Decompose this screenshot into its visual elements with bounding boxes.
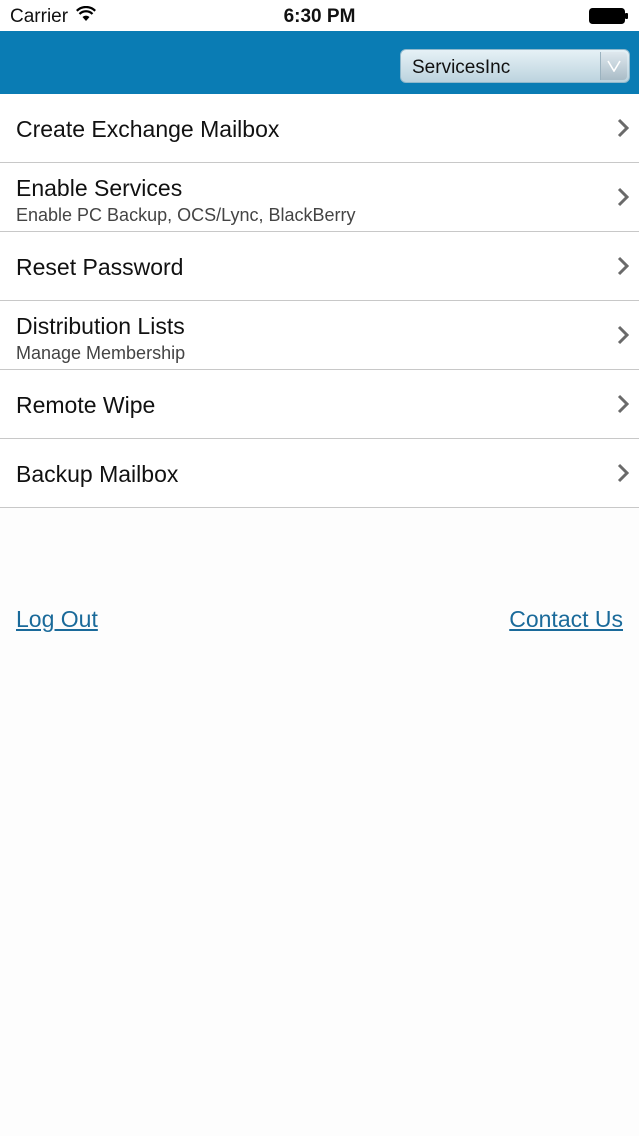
organization-select-value: ServicesInc: [412, 57, 511, 78]
chevron-right-icon: [617, 256, 629, 276]
chevron-right-icon: [617, 394, 629, 414]
menu-item-title: Remote Wipe: [16, 392, 156, 418]
menu-item-enable-services[interactable]: Enable Services Enable PC Backup, OCS/Ly…: [0, 163, 639, 232]
chevron-right-icon: [617, 118, 629, 138]
menu-item-distribution-lists[interactable]: Distribution Lists Manage Membership: [0, 301, 639, 370]
contact-us-link[interactable]: Contact Us: [509, 606, 623, 633]
clock: 6:30 PM: [283, 6, 356, 27]
menu-item-backup-mailbox[interactable]: Backup Mailbox: [0, 439, 639, 508]
menu-item-remote-wipe[interactable]: Remote Wipe: [0, 370, 639, 439]
menu-item-title: Create Exchange Mailbox: [16, 116, 280, 142]
chevron-down-icon: [607, 60, 621, 72]
menu-item-subtitle: Manage Membership: [16, 343, 186, 363]
chevron-right-icon: [617, 463, 629, 483]
menu-item-subtitle: Enable PC Backup, OCS/Lync, BlackBerry: [16, 205, 356, 225]
menu-item-title: Backup Mailbox: [16, 461, 179, 487]
chevron-right-icon: [617, 325, 629, 345]
menu-item-title: Distribution Lists: [16, 313, 185, 339]
status-bar: Carrier 6:30 PM: [0, 0, 639, 31]
chevron-right-icon: [617, 187, 629, 207]
select-arrow-button[interactable]: [600, 52, 627, 80]
menu-item-title: Enable Services: [16, 175, 183, 201]
log-out-link[interactable]: Log Out: [16, 606, 98, 633]
menu-item-create-exchange-mailbox[interactable]: Create Exchange Mailbox: [0, 94, 639, 163]
menu-item-reset-password[interactable]: Reset Password: [0, 232, 639, 301]
admin-menu-list: Create Exchange Mailbox Enable Services …: [0, 94, 639, 508]
menu-item-title: Reset Password: [16, 254, 184, 280]
organization-select[interactable]: ServicesInc: [400, 49, 630, 83]
battery-icon: [589, 8, 628, 24]
